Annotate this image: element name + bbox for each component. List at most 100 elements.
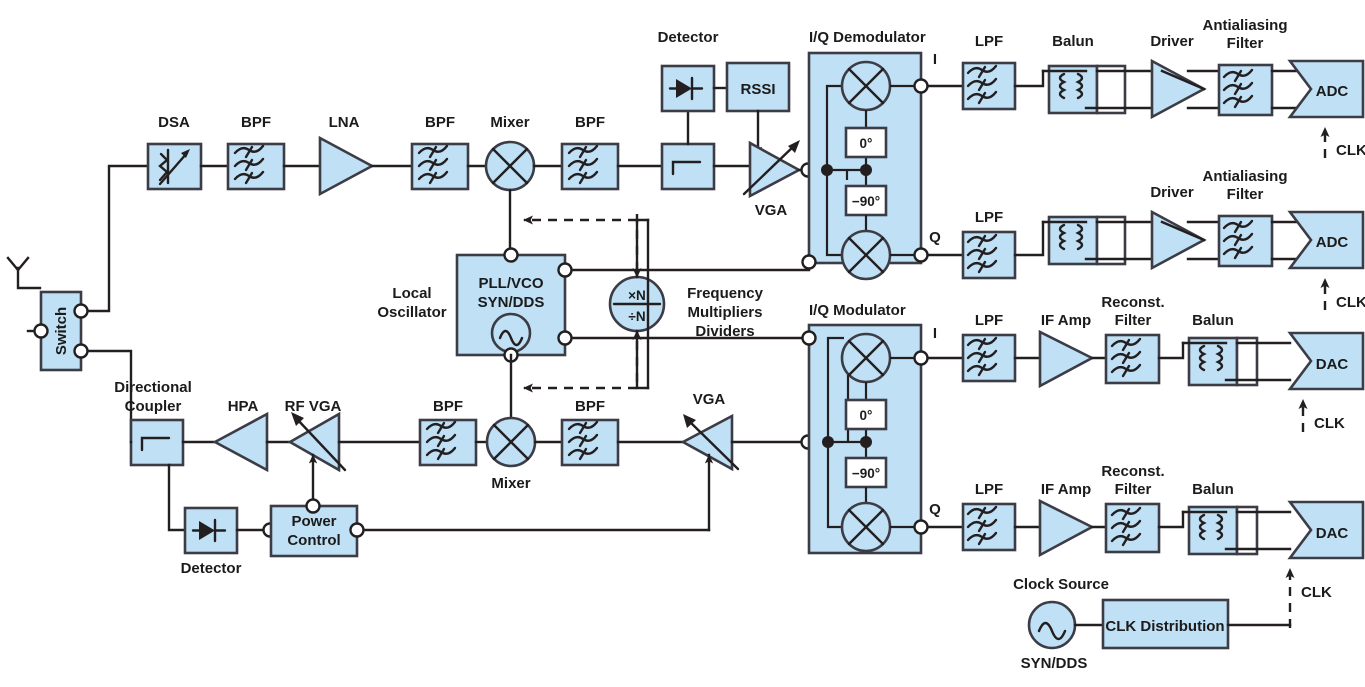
- clock-oscillator-icon: [1027, 600, 1077, 650]
- hpa-block[interactable]: [212, 411, 269, 473]
- reconst-q-label-2: Filter: [1115, 481, 1152, 498]
- bpf4-label: BPF: [433, 398, 463, 415]
- power-control-side-port: [349, 522, 365, 538]
- rssi-label: RSSI: [740, 81, 775, 98]
- local-oscillator-label-1: Local: [392, 285, 431, 302]
- switch-tx-port: [73, 343, 89, 359]
- phase-90-demod-label: −90°: [852, 194, 880, 209]
- aaf-i-label-2: Filter: [1227, 35, 1264, 52]
- aaf-i-label-1: Antialiasing: [1202, 17, 1287, 34]
- demod-lo-port2: [801, 254, 817, 270]
- clk-adc-i-label: CLK: [1336, 142, 1365, 159]
- balun-i-rx-block[interactable]: [1047, 64, 1099, 115]
- freq-mult-label-1: Frequency: [687, 285, 764, 302]
- antenna-icon: [6, 256, 42, 290]
- bpf3-label: BPF: [575, 114, 605, 131]
- pll-out-rx-port: [557, 262, 573, 278]
- reconst-filter-q-block[interactable]: [1104, 502, 1161, 554]
- rx-coupler-block[interactable]: [660, 142, 716, 191]
- demod-q-port: [913, 247, 929, 263]
- reconst-filter-i-block[interactable]: [1104, 333, 1161, 385]
- freq-mult-label-3: Dividers: [695, 323, 754, 340]
- demod-i-port: [913, 78, 929, 94]
- pll-label-1: PLL/VCO: [478, 275, 543, 292]
- local-oscillator-label-2: Oscillator: [377, 304, 446, 321]
- multiplier-numerator: ×N: [628, 288, 646, 303]
- pll-top-port: [503, 247, 519, 263]
- antialiasing-filter-i-block[interactable]: [1217, 63, 1274, 117]
- lpf-i-tx-label: LPF: [975, 312, 1003, 329]
- demod-i-label: I: [933, 51, 937, 68]
- switch-common-port: [33, 323, 49, 339]
- freq-mult-label-2: Multipliers: [687, 304, 762, 321]
- multiplier-denominator: ÷N: [628, 309, 645, 324]
- pll-label-2: SYN/DDS: [478, 294, 545, 311]
- adc-i-label: ADC: [1316, 83, 1349, 100]
- hpa-label: HPA: [228, 398, 259, 415]
- mod-mixer-q: [840, 501, 892, 553]
- vga-rx-block[interactable]: [742, 140, 802, 199]
- adc-q-label: ADC: [1316, 234, 1349, 251]
- balun-q-tx-label: Balun: [1192, 481, 1234, 498]
- driver-i-label: Driver: [1150, 33, 1194, 50]
- balun-q-rx-block[interactable]: [1047, 215, 1099, 266]
- balun-i-rx-sec: [1095, 64, 1127, 115]
- iq-demodulator-label: I/Q Demodulator: [809, 29, 926, 46]
- demod-q-label: Q: [929, 229, 941, 246]
- dsa-label: DSA: [158, 114, 190, 131]
- lpf-i-rx-label: LPF: [975, 33, 1003, 50]
- mixer-tx-block[interactable]: [485, 416, 537, 468]
- bpf1-label: BPF: [241, 114, 271, 131]
- lna-label: LNA: [329, 114, 360, 131]
- if-amp-q-label: IF Amp: [1041, 481, 1091, 498]
- power-control-out-port: [305, 498, 321, 514]
- mod-q-label: Q: [929, 501, 941, 518]
- mixer-rx-block[interactable]: [484, 140, 536, 192]
- rf-vga-block[interactable]: [287, 411, 347, 473]
- if-amp-i-label: IF Amp: [1041, 312, 1091, 329]
- switch-label: Switch: [53, 307, 70, 355]
- syn-dds-label: SYN/DDS: [1021, 655, 1088, 672]
- clk-adc-q-label: CLK: [1336, 294, 1365, 311]
- reconst-q-label-1: Reconst.: [1101, 463, 1164, 480]
- balun-q-tx-block[interactable]: [1187, 505, 1239, 556]
- bpf5-label: BPF: [575, 398, 605, 415]
- dac-q-label: DAC: [1316, 525, 1349, 542]
- clock-source-label: Clock Source: [1013, 576, 1109, 593]
- reconst-i-label-2: Filter: [1115, 312, 1152, 329]
- balun-q-rx-sec: [1095, 215, 1127, 266]
- driver-q-label: Driver: [1150, 184, 1194, 201]
- lpf-q-rx-label: LPF: [975, 209, 1003, 226]
- if-amp-q-block[interactable]: [1038, 498, 1095, 558]
- balun-i-tx-block[interactable]: [1187, 336, 1239, 387]
- mod-i-port: [913, 350, 929, 366]
- dir-coupler-label-1: Directional: [114, 379, 192, 396]
- clk-distribution-label: CLK Distribution: [1105, 618, 1224, 635]
- balun-q-tx-sec: [1235, 505, 1259, 556]
- vga-tx-block[interactable]: [680, 413, 740, 472]
- mod-lo-port-top: [801, 330, 817, 346]
- power-control-label-1: Power: [291, 513, 336, 530]
- balun-i-tx-sec: [1235, 336, 1259, 387]
- directional-coupler-block[interactable]: [129, 418, 185, 467]
- aaf-q-label-2: Filter: [1227, 186, 1264, 203]
- bpf2-label: BPF: [425, 114, 455, 131]
- phase-90-mod-label: −90°: [852, 466, 880, 481]
- lna-block[interactable]: [318, 135, 375, 197]
- power-control-label-2: Control: [287, 532, 340, 549]
- vga-rx-label: VGA: [755, 202, 788, 219]
- wire-switch-to-rx: [86, 164, 150, 313]
- detector-rx-label: Detector: [658, 29, 719, 46]
- dac-i-label: DAC: [1316, 356, 1349, 373]
- balun-i-tx-label: Balun: [1192, 312, 1234, 329]
- if-amp-i-block[interactable]: [1038, 329, 1095, 389]
- wire-switch-to-tx: [86, 349, 133, 444]
- phase-0-demod-label: 0°: [860, 136, 873, 151]
- transceiver-block-diagram: Switch DSA BPF LNA BPF Mixer BPF Detecto…: [6, 17, 1365, 672]
- vga-tx-label: VGA: [693, 391, 726, 408]
- phase-0-mod-label: 0°: [860, 408, 873, 423]
- diagram-canvas: Switch DSA BPF LNA BPF Mixer BPF Detecto…: [0, 0, 1365, 687]
- antialiasing-filter-q-block[interactable]: [1217, 214, 1274, 268]
- aaf-q-label-1: Antialiasing: [1202, 168, 1287, 185]
- mod-q-port: [913, 519, 929, 535]
